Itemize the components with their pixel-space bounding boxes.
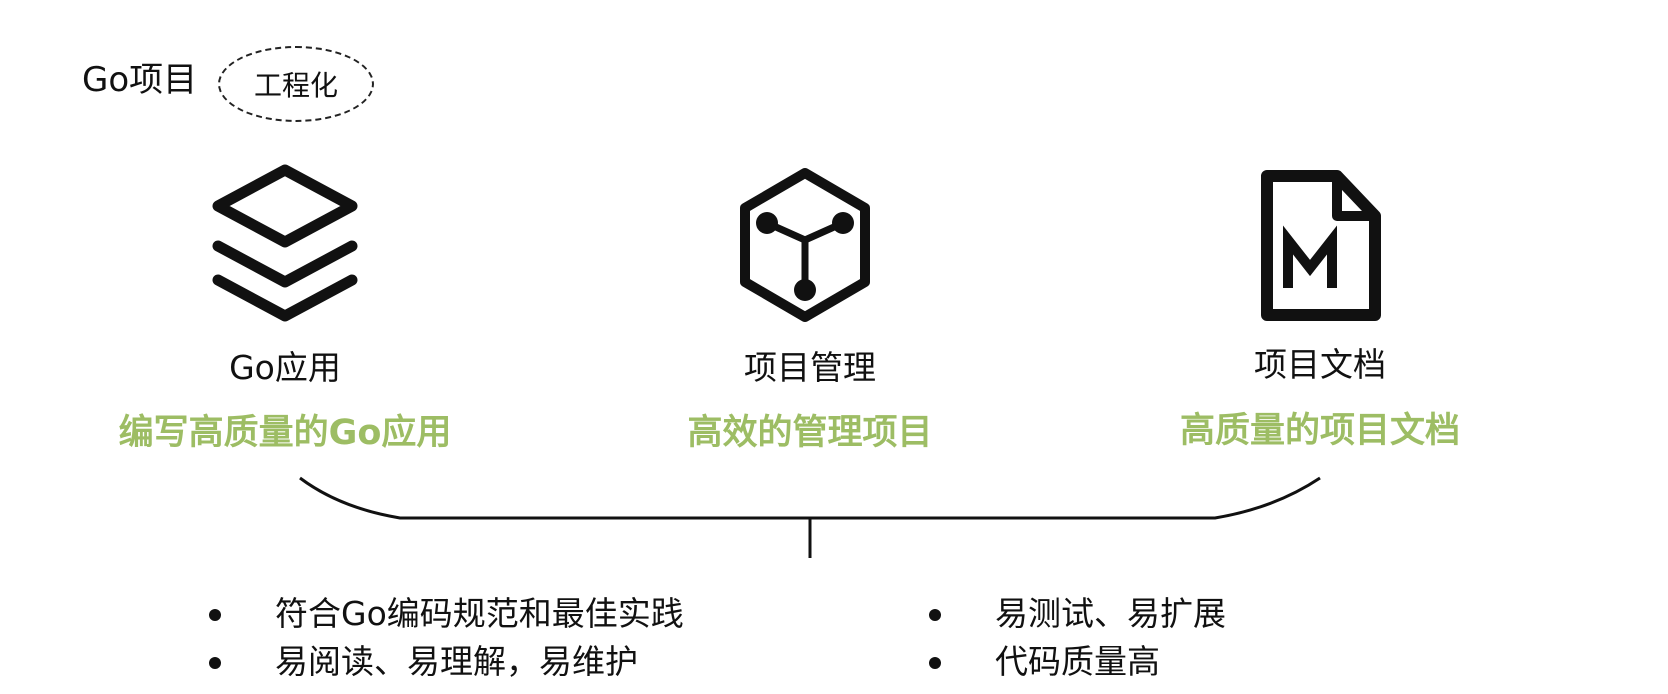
list-item: 易阅读、易理解，易维护	[205, 638, 684, 686]
column-desc-project-management: 高效的管理项目	[687, 413, 933, 453]
cube-network-icon	[740, 168, 870, 322]
badge-label: 工程化	[253, 69, 338, 102]
layers-icon	[212, 164, 358, 322]
column-name-project-management: 项目管理	[744, 348, 876, 387]
column-name-go-app: Go应用	[229, 348, 341, 387]
column-desc-go-app: 编写高质量的Go应用	[118, 413, 452, 453]
bullet-list-right: 易测试、易扩展 代码质量高	[925, 590, 1226, 686]
brace-connector	[299, 476, 1321, 558]
diagram-title: Go项目	[82, 60, 198, 100]
list-item: 代码质量高	[925, 638, 1226, 686]
list-item: 易测试、易扩展	[925, 590, 1226, 638]
column-desc-project-docs: 高质量的项目文档	[1179, 411, 1460, 451]
bullet-list-left: 符合Go编码规范和最佳实践 易阅读、易理解，易维护	[205, 590, 684, 686]
markdown-file-icon	[1261, 170, 1381, 321]
column-name-project-docs: 项目文档	[1254, 345, 1386, 384]
list-item: 符合Go编码规范和最佳实践	[205, 590, 684, 638]
engineering-badge: 工程化	[218, 46, 374, 122]
